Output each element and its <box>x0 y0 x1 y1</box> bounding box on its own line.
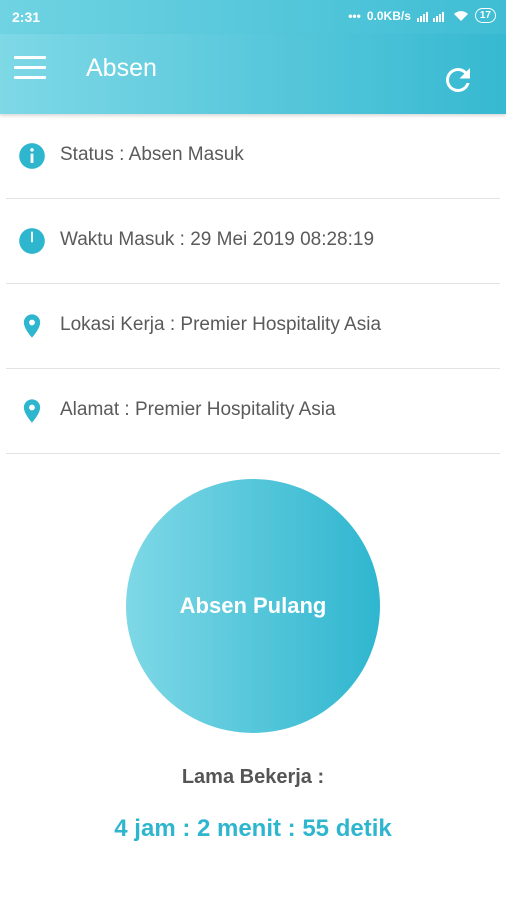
lama-bekerja-label: Lama Bekerja : <box>181 766 325 788</box>
info-icon <box>19 143 45 169</box>
absen-pulang-label: Absen Pulang <box>179 593 327 618</box>
status-label: Status : Absen Masuk <box>60 144 244 165</box>
menu-icon[interactable] <box>14 56 48 84</box>
list-item-lokasi-kerja: Lokasi Kerja : Premier Hospitality Asia <box>6 284 500 369</box>
app-bar: Absen <box>0 34 506 114</box>
attendance-info-list: Status : Absen Masuk Waktu Masuk : 29 Me… <box>0 114 506 454</box>
signal-icon <box>416 11 444 22</box>
network-speed: 0.0KB/s <box>366 8 411 23</box>
status-time: 2:31 <box>12 9 41 25</box>
battery-icon: 17 <box>474 8 496 23</box>
waktu-masuk-label: Waktu Masuk : 29 Mei 2019 08:28:19 <box>60 229 375 250</box>
list-item-status: Status : Absen Masuk <box>6 114 500 199</box>
status-icons: ••• 0.0KB/s 17 <box>348 8 496 23</box>
list-item-alamat: Alamat : Premier Hospitality Asia <box>6 369 500 454</box>
page-title: Absen <box>86 54 157 82</box>
location-pin-icon <box>23 314 41 338</box>
more-dots-icon: ••• <box>348 8 361 23</box>
wifi-icon <box>453 10 468 21</box>
location-pin-icon <box>23 399 41 423</box>
clock-icon <box>19 228 45 254</box>
absen-pulang-button[interactable]: Absen Pulang <box>126 479 380 733</box>
list-item-waktu-masuk: Waktu Masuk : 29 Mei 2019 08:28:19 <box>6 199 500 284</box>
lama-bekerja-value: 4 jam : 2 menit : 55 detik <box>114 815 392 842</box>
refresh-icon[interactable] <box>440 62 476 98</box>
status-bar: 2:31 ••• 0.0KB/s 17 <box>0 0 506 34</box>
lokasi-kerja-label: Lokasi Kerja : Premier Hospitality Asia <box>60 314 382 335</box>
alamat-label: Alamat : Premier Hospitality Asia <box>60 399 336 420</box>
